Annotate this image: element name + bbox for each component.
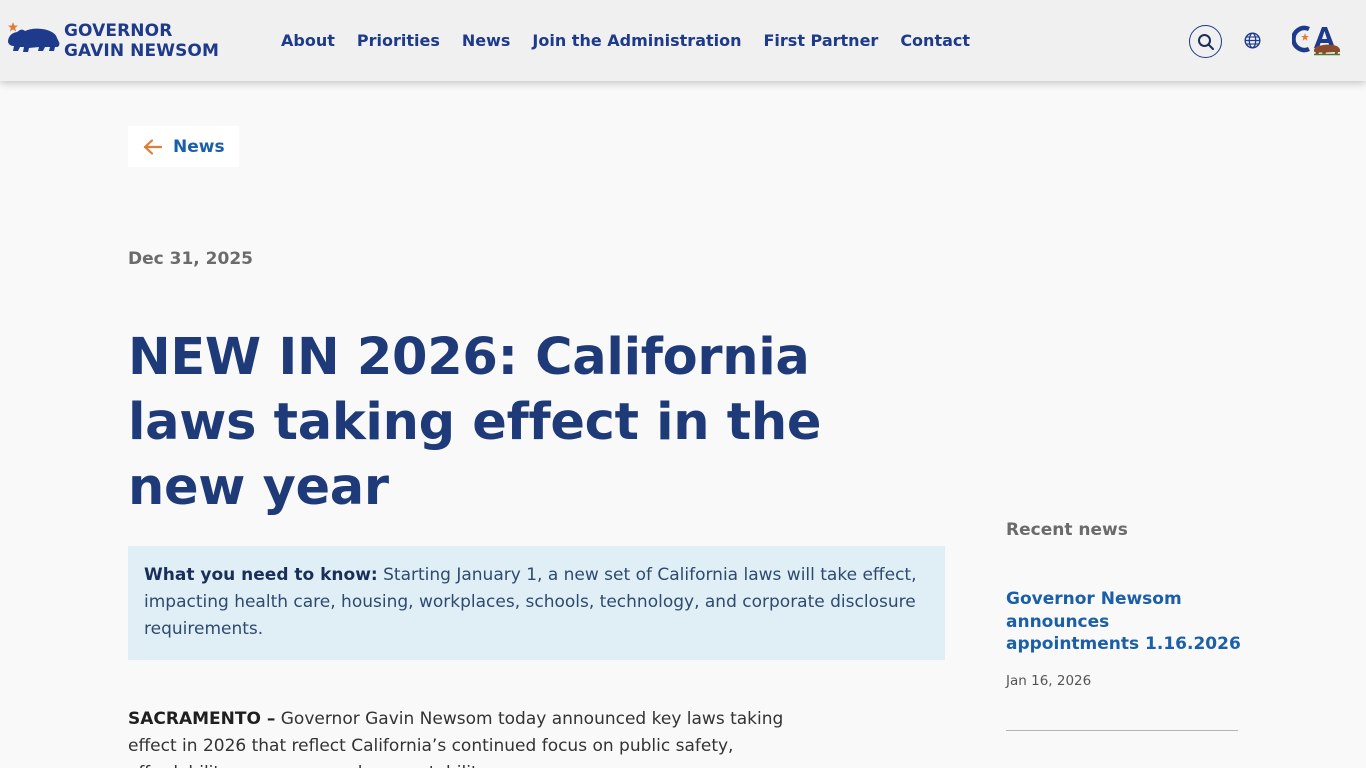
article-body-paragraph: SACRAMENTO – Governor Gavin Newsom today…: [128, 706, 808, 768]
nav-contact[interactable]: Contact: [900, 30, 970, 52]
article-date: Dec 31, 2025: [128, 249, 253, 269]
back-link-label: News: [173, 136, 225, 157]
dateline: SACRAMENTO –: [128, 709, 276, 729]
bear-logo-icon: [8, 22, 60, 52]
article-title: NEW IN 2026: California laws taking effe…: [128, 328, 822, 517]
recent-news-item-link[interactable]: Governor Newsom announces appointments 1…: [1006, 588, 1242, 656]
language-button[interactable]: [1242, 30, 1262, 50]
globe-icon: [1243, 31, 1261, 49]
nav-news[interactable]: News: [462, 30, 511, 52]
sidebar-divider: [1006, 730, 1238, 731]
search-icon: [1197, 33, 1214, 50]
logo-text: GOVERNOR GAVIN NEWSOM: [64, 21, 219, 61]
recent-news-heading: Recent news: [1006, 520, 1128, 540]
back-to-news-link[interactable]: News: [128, 126, 239, 167]
logo-line2: GAVIN NEWSOM: [64, 41, 219, 61]
nav-priorities[interactable]: Priorities: [357, 30, 440, 52]
site-logo[interactable]: GOVERNOR GAVIN NEWSOM: [6, 20, 236, 62]
arrow-left-icon: [143, 138, 163, 155]
recent-news-item-date: Jan 16, 2026: [1006, 673, 1092, 689]
nav-about[interactable]: About: [281, 30, 335, 52]
what-you-need-to-know-callout: What you need to know: Starting January …: [128, 546, 945, 660]
search-button[interactable]: [1189, 25, 1222, 58]
ca-logo[interactable]: [1292, 24, 1342, 56]
logo-line1: GOVERNOR: [64, 21, 173, 41]
nav-join-the-administration[interactable]: Join the Administration: [532, 30, 741, 52]
nav-first-partner[interactable]: First Partner: [764, 30, 879, 52]
site-header: GOVERNOR GAVIN NEWSOM About Priorities N…: [0, 0, 1366, 81]
callout-lead: What you need to know:: [144, 565, 378, 585]
main-nav: About Priorities News Join the Administr…: [281, 30, 970, 52]
